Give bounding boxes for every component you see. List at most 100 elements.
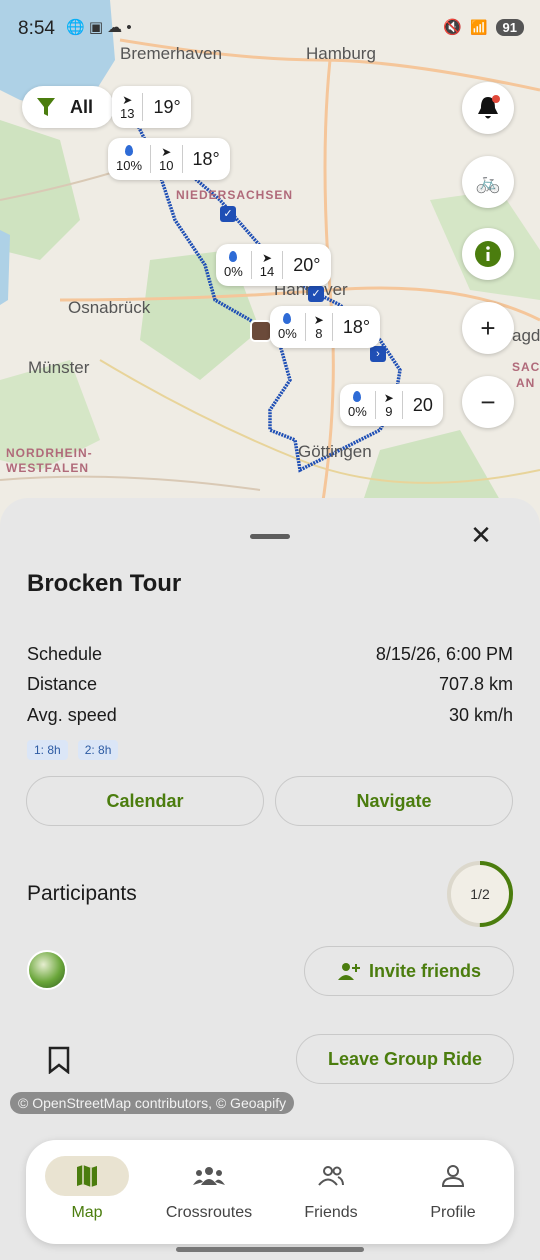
wind-speed: 8: [315, 325, 323, 341]
filter-button[interactable]: All: [22, 86, 114, 128]
wind-arrow-icon: ➤: [122, 92, 133, 107]
row-value: 707.8 km: [438, 674, 513, 694]
mute-icon: 🔇: [443, 19, 463, 36]
map-icon: [77, 1165, 97, 1187]
friends-icon: [318, 1166, 344, 1186]
wind-arrow-icon: ➤: [313, 312, 324, 327]
map-attribution[interactable]: © OpenStreetMap contributors, © Geoapify: [10, 1092, 295, 1114]
region-label: NORDRHEIN-: [6, 446, 93, 460]
stage-tag: 1: 8h: [27, 740, 68, 760]
bookmark-icon[interactable]: [46, 1046, 72, 1074]
nav-label: Map: [71, 1204, 103, 1221]
region-label: NIEDERSACHSEN: [176, 188, 294, 202]
minus-icon: −: [480, 386, 496, 417]
rain-drop-icon: [283, 313, 292, 324]
row-label: Schedule: [27, 644, 103, 664]
add-person-icon: [337, 963, 360, 980]
distance-row: Distance 707.8 km: [27, 674, 513, 695]
zoom-out-button[interactable]: −: [462, 376, 514, 428]
plus-icon: +: [480, 312, 496, 343]
wind-arrow-icon: ➤: [262, 250, 273, 265]
notifications-button[interactable]: [462, 82, 514, 134]
stage-tags: 1: 8h 2: 8h: [27, 740, 119, 760]
rain-chance: 0%: [348, 404, 367, 419]
checkpoint-icon[interactable]: ›: [370, 346, 386, 362]
city-label: Münster: [28, 358, 90, 377]
wind-arrow-icon: ➤: [161, 144, 172, 159]
rain-chance: 0%: [224, 264, 243, 279]
map-view[interactable]: Bremerhaven Hamburg Osnabrück Münster Ha…: [0, 0, 540, 560]
home-indicator[interactable]: [176, 1247, 364, 1252]
battery-indicator: 91: [495, 18, 524, 36]
participants-heading: Participants: [27, 882, 137, 905]
nav-friends[interactable]: Friends: [270, 1140, 392, 1244]
weather-chip[interactable]: 0% ➤ 9 20: [340, 384, 443, 426]
checkpoint-icon[interactable]: ✓: [308, 286, 324, 302]
rain-chance: 0%: [278, 326, 297, 341]
row-label: Distance: [27, 674, 98, 694]
wifi-icon: 📶: [470, 18, 488, 35]
navigate-button[interactable]: Navigate: [275, 776, 513, 826]
wind-speed: 10: [159, 157, 174, 173]
close-icon: ✕: [470, 519, 492, 550]
region-label: AN: [516, 376, 536, 390]
cafe-icon[interactable]: [250, 320, 272, 342]
wind-speed: 13: [120, 105, 135, 121]
row-value: 8/15/26, 6:00 PM: [375, 644, 513, 664]
wind-speed: 9: [385, 403, 393, 419]
city-label: agd: [512, 326, 540, 345]
bell-icon: [478, 95, 500, 119]
temperature: 19°: [153, 96, 181, 117]
rain-chance: 10%: [116, 158, 143, 173]
notification-icons: 🌐 ▣ ☁ •: [66, 19, 132, 36]
tour-title: Brocken Tour: [27, 570, 182, 597]
filter-icon: [37, 98, 55, 116]
leave-group-ride-button[interactable]: Leave Group Ride: [296, 1034, 514, 1084]
rain-drop-icon: [353, 391, 362, 402]
schedule-row: Schedule 8/15/26, 6:00 PM: [27, 644, 513, 665]
stage-tag: 2: 8h: [77, 740, 119, 760]
participants-progress: 1/2: [446, 860, 514, 928]
drag-handle[interactable]: [250, 534, 290, 539]
close-button[interactable]: ✕: [466, 520, 496, 550]
zoom-in-button[interactable]: +: [462, 302, 514, 354]
nav-crossroutes[interactable]: Crossroutes: [148, 1140, 270, 1244]
status-bar: 8:54 🌐 ▣ ☁ • 🔇 📶 91: [0, 0, 540, 56]
row-value: 30 km/h: [448, 705, 513, 725]
temperature: 18°: [342, 316, 371, 337]
weather-chip[interactable]: ➤ 13 19°: [112, 86, 191, 128]
weather-chip[interactable]: 0% ➤ 8 18°: [270, 306, 381, 348]
groups-icon: [193, 1167, 225, 1185]
rain-drop-icon: [229, 251, 238, 262]
weather-chip[interactable]: 0% ➤ 14 20°: [216, 244, 331, 286]
nav-map[interactable]: Map: [26, 1140, 148, 1244]
invite-friends-button[interactable]: Invite friends: [304, 946, 514, 996]
calendar-button[interactable]: Calendar: [26, 776, 264, 826]
bike-walk-icon: 🚲: [475, 171, 501, 194]
temperature: 18°: [192, 148, 220, 169]
nav-label: Friends: [304, 1204, 358, 1221]
temperature: 20°: [293, 254, 321, 275]
checkpoint-icon[interactable]: ✓: [220, 206, 236, 222]
info-button[interactable]: [462, 228, 514, 280]
travel-mode-button[interactable]: 🚲: [462, 156, 514, 208]
temperature: 20: [412, 394, 433, 415]
info-icon: [475, 241, 501, 267]
region-label: WESTFALEN: [6, 461, 89, 475]
nav-label: Crossroutes: [165, 1204, 253, 1221]
city-label: Göttingen: [298, 442, 372, 461]
profile-icon: [441, 1165, 465, 1187]
row-label: Avg. speed: [27, 705, 117, 725]
bottom-navigation: Map Crossroutes Friends Profile: [26, 1140, 514, 1244]
wind-speed: 14: [259, 263, 275, 279]
clock: 8:54: [18, 18, 55, 39]
weather-chip[interactable]: 10% ➤ 10 18°: [108, 138, 230, 180]
rain-drop-icon: [125, 145, 134, 156]
city-label: Osnabrück: [68, 298, 151, 317]
invite-label: Invite friends: [368, 960, 482, 981]
participants-count: 1/2: [470, 886, 490, 902]
nav-profile[interactable]: Profile: [392, 1140, 514, 1244]
region-label: SAC: [512, 360, 540, 374]
wind-arrow-icon: ➤: [383, 390, 394, 405]
avatar[interactable]: [27, 950, 67, 990]
